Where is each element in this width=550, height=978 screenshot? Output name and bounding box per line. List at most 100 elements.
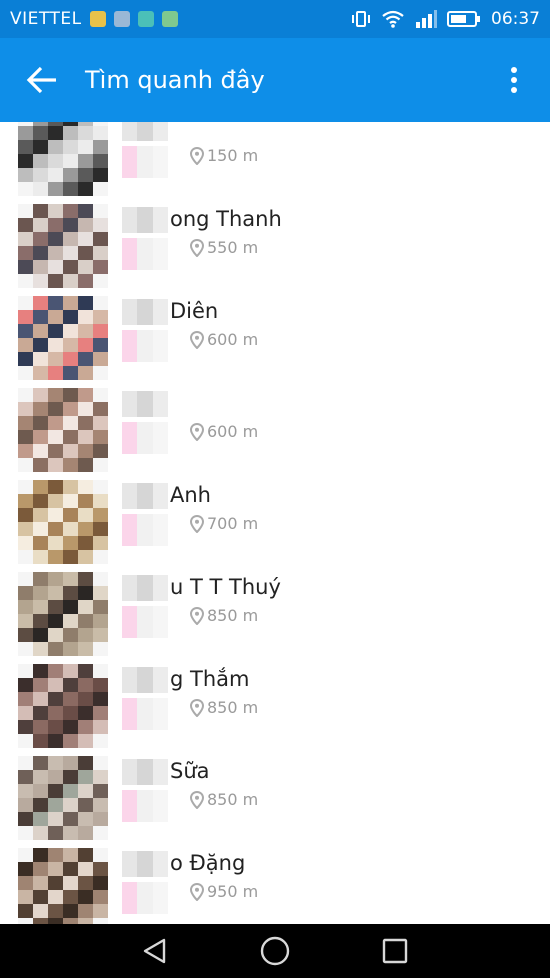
avatar-pixel: [18, 586, 33, 600]
distance-label: 700 m: [207, 514, 259, 533]
avatar-pixel: [48, 664, 63, 678]
vibrate-icon: [352, 11, 370, 27]
avatar-pixel: [78, 890, 93, 904]
avatar-pixel: [93, 416, 108, 430]
avatar-pixel: [33, 388, 48, 402]
avatar-pixel: [48, 260, 63, 274]
list-item[interactable]: u T T Thuý 850 m: [0, 566, 550, 658]
avatar-pixel: [93, 458, 108, 472]
distance: 850 m: [190, 698, 258, 717]
nav-recents-button[interactable]: [370, 926, 420, 976]
nav-home-button[interactable]: [250, 926, 300, 976]
avatar-pixel: [33, 246, 48, 260]
avatar-pixel: [78, 338, 93, 352]
avatar-pixel: [63, 848, 78, 862]
avatar-pixel: [93, 430, 108, 444]
avatar-pixel: [78, 756, 93, 770]
avatar-pixel: [93, 890, 108, 904]
avatar-pixel: [18, 826, 33, 840]
avatar-pixel: [63, 720, 78, 734]
avatar-pixel: [93, 324, 108, 338]
gender-blur-mask: [122, 606, 168, 638]
avatar-pixel: [33, 296, 48, 310]
location-pin-icon: [190, 790, 204, 809]
avatar-pixel: [78, 402, 93, 416]
avatar-pixel: [93, 706, 108, 720]
avatar: [18, 572, 108, 656]
gallery-notification-icon: [113, 11, 130, 27]
avatar-pixel: [78, 550, 93, 564]
avatar-pixel: [48, 388, 63, 402]
distance: 600 m: [190, 422, 258, 441]
avatar-pixel: [93, 628, 108, 642]
more-options-button[interactable]: [500, 58, 528, 102]
nearby-people-list[interactable]: 150 m ong Thanh 550 m Diên 600 m 600 m Anh 700 …: [0, 122, 550, 924]
avatar-pixel: [48, 600, 63, 614]
avatar-pixel: [48, 770, 63, 784]
avatar-pixel: [33, 126, 48, 140]
list-item[interactable]: 600 m: [0, 382, 550, 474]
avatar-pixel: [48, 338, 63, 352]
avatar-pixel: [18, 692, 33, 706]
list-item[interactable]: Diên 600 m: [0, 290, 550, 382]
avatar-pixel: [33, 848, 48, 862]
avatar-pixel: [63, 904, 78, 918]
person-name: g Thắm: [170, 667, 250, 691]
avatar-pixel: [63, 862, 78, 876]
avatar-pixel: [33, 600, 48, 614]
avatar-pixel: [48, 444, 63, 458]
avatar-pixel: [78, 352, 93, 366]
avatar-pixel: [48, 734, 63, 748]
avatar-pixel: [78, 388, 93, 402]
list-item[interactable]: g Thắm 850 m: [0, 658, 550, 750]
avatar-pixel: [63, 798, 78, 812]
avatar-pixel: [33, 628, 48, 642]
back-button[interactable]: [20, 58, 64, 102]
avatar-pixel: [48, 550, 63, 564]
avatar-pixel: [93, 296, 108, 310]
location-pin-icon: [190, 514, 204, 533]
avatar-pixel: [48, 430, 63, 444]
avatar-pixel: [33, 876, 48, 890]
location-pin-icon: [190, 698, 204, 717]
avatar-pixel: [78, 642, 93, 656]
location-pin-icon: [190, 422, 204, 441]
avatar-pixel: [63, 430, 78, 444]
avatar-pixel: [78, 720, 93, 734]
list-item[interactable]: Anh 700 m: [0, 474, 550, 566]
person-name: ong Thanh: [170, 207, 282, 231]
avatar-pixel: [63, 168, 78, 182]
gender-blur-mask: [122, 698, 168, 730]
avatar-pixel: [78, 324, 93, 338]
avatar-pixel: [18, 890, 33, 904]
avatar-pixel: [93, 140, 108, 154]
avatar-pixel: [78, 784, 93, 798]
avatar-pixel: [78, 614, 93, 628]
avatar-pixel: [18, 430, 33, 444]
avatar-pixel: [78, 246, 93, 260]
gender-blur-mask: [122, 422, 168, 454]
avatar-pixel: [78, 848, 93, 862]
nav-back-button[interactable]: [130, 926, 180, 976]
gender-blur-mask: [122, 330, 168, 362]
avatar-pixel: [33, 274, 48, 288]
avatar-pixel: [93, 126, 108, 140]
name-blur-mask: [122, 207, 168, 233]
list-item[interactable]: o Đặng 950 m: [0, 842, 550, 924]
list-item[interactable]: Sữa 850 m: [0, 750, 550, 842]
avatar-pixel: [63, 600, 78, 614]
avatar-pixel: [33, 706, 48, 720]
avatar-pixel: [93, 444, 108, 458]
avatar: [18, 664, 108, 748]
avatar-pixel: [78, 444, 93, 458]
avatar-pixel: [18, 812, 33, 826]
avatar-pixel: [48, 508, 63, 522]
avatar-pixel: [93, 572, 108, 586]
avatar-pixel: [48, 204, 63, 218]
person-name: o Đặng: [170, 851, 246, 875]
avatar-pixel: [63, 232, 78, 246]
list-item[interactable]: ong Thanh 550 m: [0, 198, 550, 290]
list-item[interactable]: 150 m: [0, 122, 550, 198]
person-name: Anh: [170, 483, 211, 507]
avatar-pixel: [93, 168, 108, 182]
